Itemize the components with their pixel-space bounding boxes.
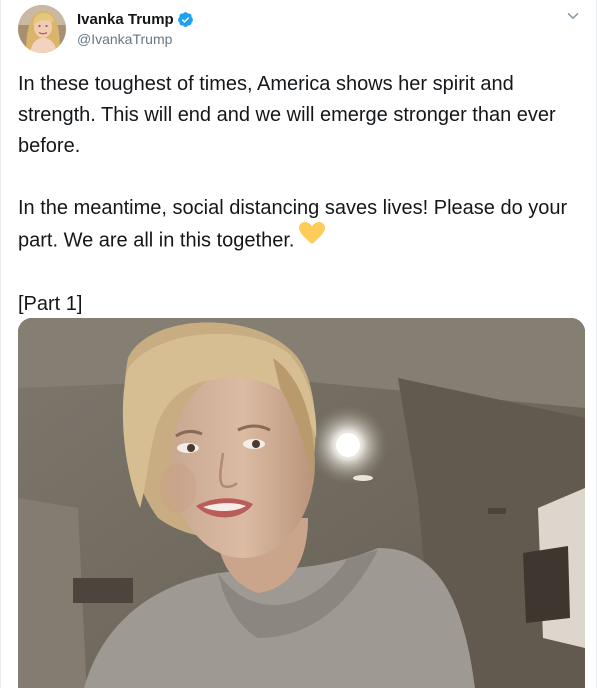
user-handle[interactable]: @IvankaTrump <box>77 31 194 47</box>
tweet-paragraph-3: [Part 1] <box>18 293 83 315</box>
video-frame-image <box>18 318 585 688</box>
tweet-card: Ivanka Trump @IvankaTrump In these tough… <box>0 0 597 688</box>
yellow-heart-icon <box>298 221 326 255</box>
tweet-text: In these toughest of times, America show… <box>18 69 583 320</box>
chevron-down-icon[interactable] <box>566 9 580 23</box>
tweet-paragraph-2-container: In the meantime, social distancing saves… <box>18 193 583 258</box>
user-names: Ivanka Trump @IvankaTrump <box>77 10 194 47</box>
video-thumbnail[interactable] <box>18 318 585 688</box>
verified-badge-icon <box>177 11 194 28</box>
avatar-image <box>18 5 66 53</box>
tweet-paragraph-2: In the meantime, social distancing saves… <box>18 197 568 252</box>
tweet-header: Ivanka Trump @IvankaTrump <box>18 5 194 53</box>
name-row: Ivanka Trump <box>77 10 194 30</box>
display-name[interactable]: Ivanka Trump <box>77 11 174 28</box>
tweet-paragraph-1: In these toughest of times, America show… <box>18 73 556 157</box>
profile-avatar[interactable] <box>18 5 66 53</box>
